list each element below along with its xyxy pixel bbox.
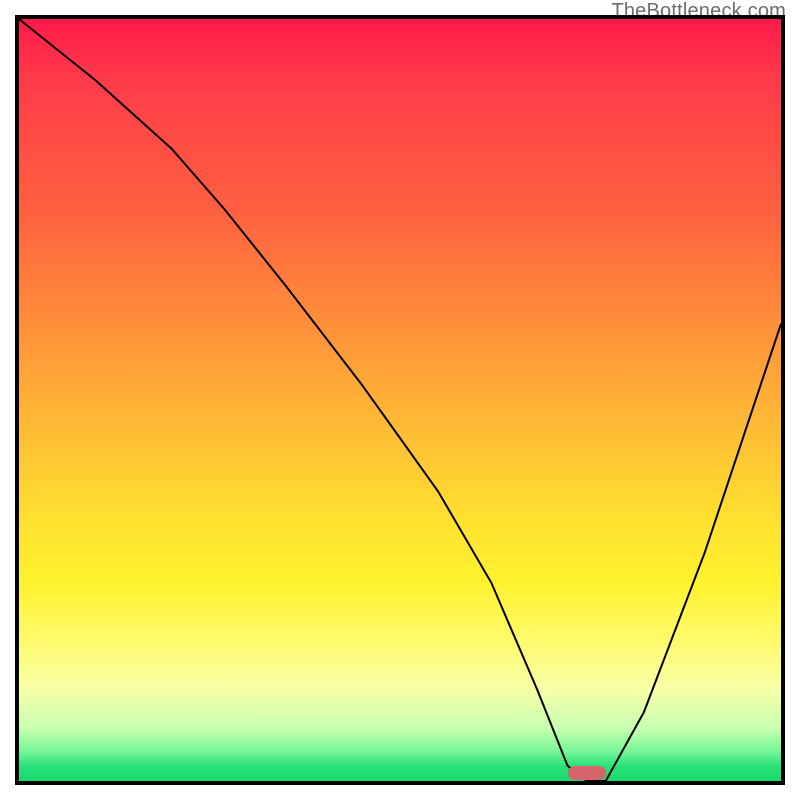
plot-area [15, 15, 785, 785]
chart-frame: TheBottleneck.com [0, 0, 800, 800]
gradient-background [19, 19, 781, 781]
